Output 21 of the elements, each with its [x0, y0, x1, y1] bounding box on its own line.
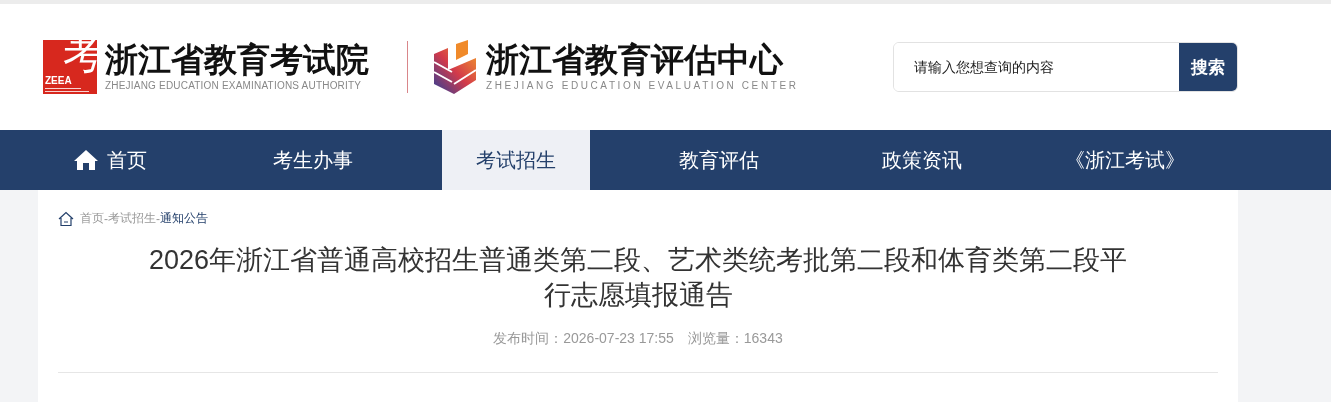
cube-logo-icon	[432, 40, 478, 94]
nav-tab[interactable]: 《浙江考试》	[1051, 130, 1199, 190]
center-subtitle: ZHEJIANG EDUCATION EVALUATION CENTER	[486, 80, 799, 91]
nav-tab[interactable]: 政策资讯	[848, 130, 996, 190]
search-field[interactable]: 请输入您想查询的内容 搜索	[893, 42, 1238, 92]
separator: -	[104, 211, 108, 226]
center-title: 浙江省教育评估中心	[486, 43, 785, 76]
home-icon	[58, 210, 74, 227]
view-count: 浏览量：16343	[687, 330, 783, 348]
article-title: 2026年浙江省普通高校招生普通类第二段、艺术类统考批第二段和体育类第二段平行志愿填报通告	[147, 244, 1129, 312]
site-subtitle: ZHEJIANG EDUCATION EXAMINATIONS AUTHORITY	[105, 80, 363, 91]
home-icon	[73, 149, 99, 171]
search-button[interactable]: 搜索	[1179, 43, 1237, 91]
separator: -	[156, 211, 160, 226]
nav-tab[interactable]: 教育评估	[645, 130, 793, 190]
nav-tab[interactable]: 考生办事	[239, 130, 387, 190]
site-title: 浙江省教育考试院	[105, 43, 369, 76]
nav-tab[interactable]: 考试招生	[442, 130, 590, 190]
breadcrumb-link[interactable]: 通知公告	[160, 210, 208, 227]
nav-tab[interactable]: 首页	[36, 130, 184, 190]
publish-time: 发布时间：2026-07-23 17:55	[493, 330, 674, 348]
